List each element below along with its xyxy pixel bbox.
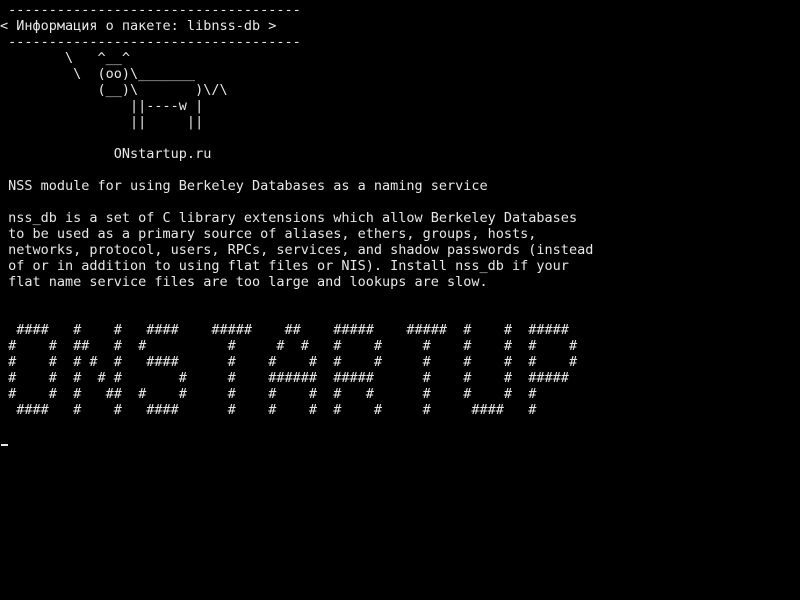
- description-line: flat name service files are too large an…: [0, 274, 488, 290]
- cowsay-border-bottom: ------------------------------------: [0, 34, 301, 50]
- banner-line: #### # # #### ##### ## ##### ##### # # #…: [0, 322, 569, 338]
- banner-line: # # # # # #### # # # # # # # # # #: [0, 354, 578, 370]
- description-line: to be used as a primary source of aliase…: [0, 226, 537, 242]
- banner-line: #### # # #### # # # # # # #### #: [0, 402, 537, 418]
- cow-art-line: \ ^__^: [0, 50, 131, 66]
- site-signature: ONstartup.ru: [0, 146, 212, 162]
- terminal-screen[interactable]: ------------------------------------ < И…: [0, 0, 800, 600]
- cow-art-line: || ||: [0, 114, 204, 130]
- description-line: networks, protocol, users, RPCs, service…: [0, 242, 594, 258]
- banner-line: # # # ## # # # # # # # # # # #: [0, 386, 537, 402]
- cow-art-line: \ (oo)\_______: [0, 66, 196, 82]
- package-summary: NSS module for using Berkeley Databases …: [0, 178, 488, 194]
- cow-art-line: ||----w |: [0, 98, 204, 114]
- banner-line: # # # # # # # ###### ##### # # # #####: [0, 370, 569, 386]
- description-line: nss_db is a set of C library extensions …: [0, 210, 578, 226]
- cow-art-line: (__)\ )\/\: [0, 82, 228, 98]
- description-line: of or in addition to using flat files or…: [0, 258, 569, 274]
- text-cursor: [1, 444, 8, 446]
- cowsay-message: < Информация о пакете: libnss-db >: [0, 18, 277, 34]
- banner-line: # # ## # # # # # # # # # # # #: [0, 338, 578, 354]
- cowsay-border-top: ------------------------------------: [0, 2, 301, 18]
